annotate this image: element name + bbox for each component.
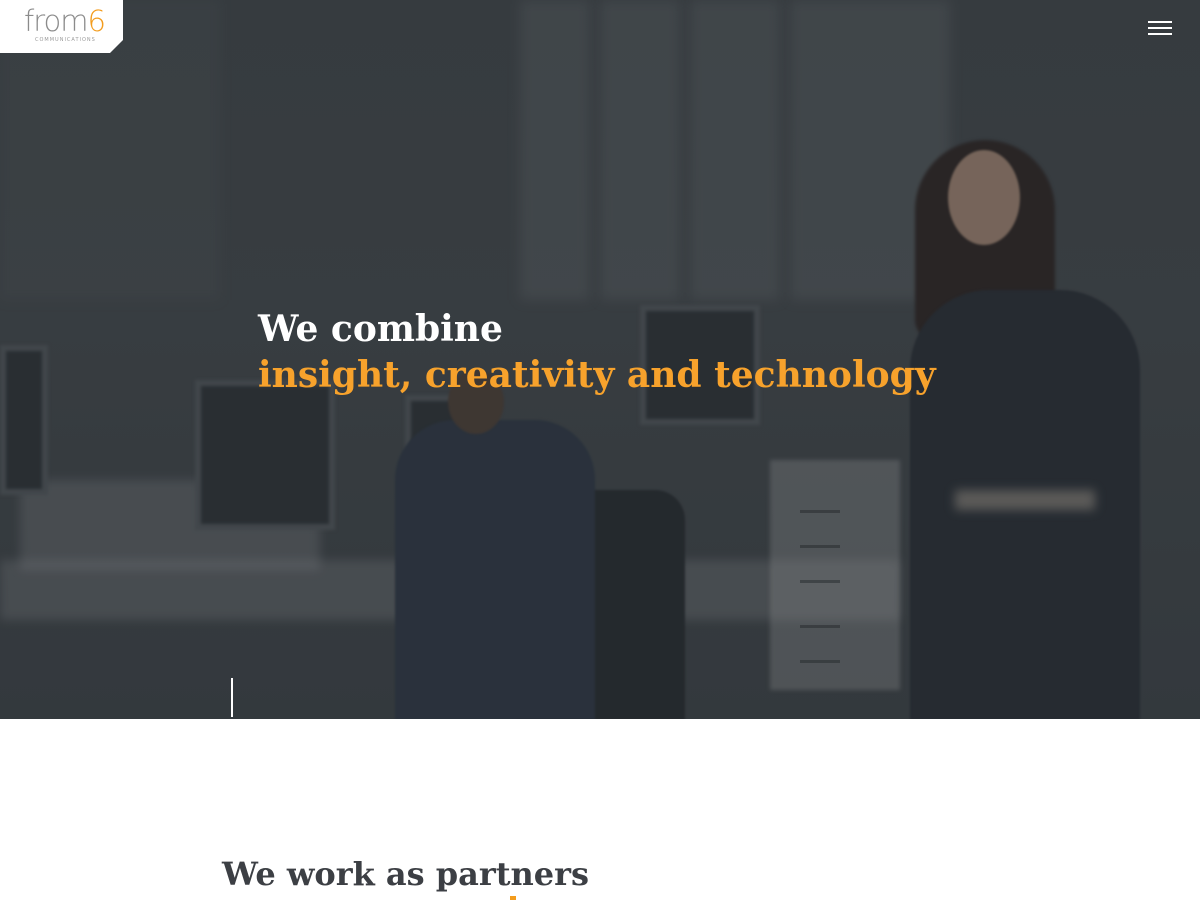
hero-banner: We combine insight, creativity and techn…	[0, 0, 1200, 719]
section-heading: We work as partners	[222, 855, 590, 893]
menu-bar-top	[1148, 21, 1172, 23]
hero-headline: We combine insight, creativity and techn…	[258, 306, 936, 398]
hero-headline-line2: insight, creativity and technology	[258, 354, 936, 396]
menu-bar-middle	[1148, 27, 1172, 29]
accent-mark	[510, 896, 516, 900]
hamburger-menu-icon[interactable]	[1146, 19, 1174, 39]
logo-text: from	[24, 4, 88, 38]
logo-wordmark: from6	[24, 4, 106, 38]
hero-headline-line1: We combine	[258, 308, 503, 350]
logo-digit: 6	[87, 4, 106, 38]
menu-bar-bottom	[1148, 33, 1172, 35]
scroll-indicator[interactable]	[231, 678, 233, 717]
site-logo[interactable]: from6 COMMUNICATIONS	[0, 0, 123, 53]
logo-subtext: COMMUNICATIONS	[35, 37, 96, 43]
